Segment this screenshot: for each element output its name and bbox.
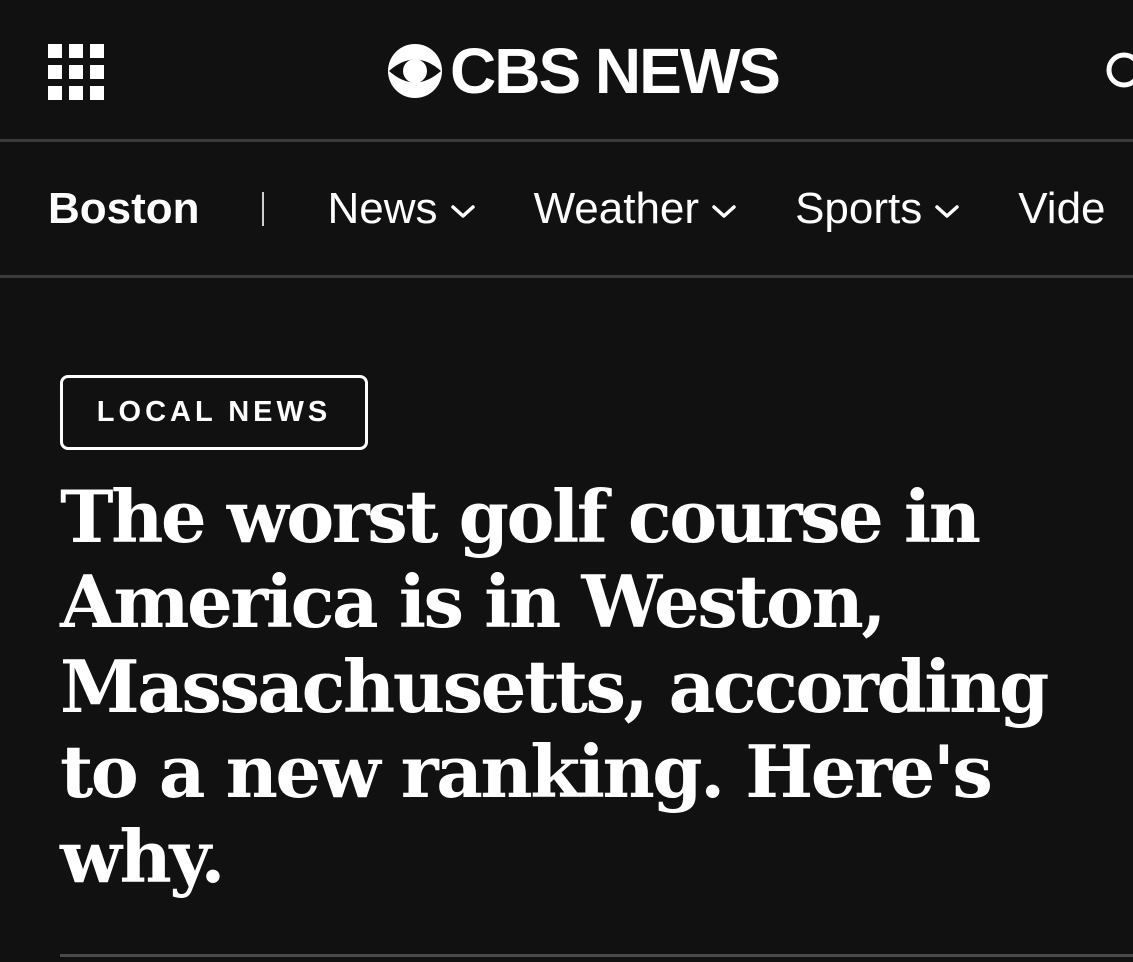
article-headline: The worst golf course in America is in W… — [60, 474, 1049, 899]
nav-item-sports[interactable]: Sports — [795, 184, 960, 234]
grid-menu-icon[interactable] — [48, 44, 104, 100]
chevron-down-icon — [450, 204, 475, 218]
cbs-eye-icon — [388, 44, 442, 98]
content-divider — [60, 954, 1133, 957]
nav-separator — [261, 191, 264, 226]
nav-city-boston[interactable]: Boston — [48, 184, 200, 234]
nav-item-label: News — [327, 183, 438, 233]
nav-item-weather[interactable]: Weather — [534, 184, 738, 234]
site-header: CBS NEWS — [0, 0, 1133, 142]
cbs-news-logo[interactable]: CBS NEWS — [386, 35, 781, 107]
chevron-down-icon — [712, 204, 736, 218]
category-badge[interactable]: LOCAL NEWS — [60, 375, 368, 450]
nav-item-news[interactable]: News — [328, 184, 476, 234]
nav-item-label: Sports — [795, 183, 923, 233]
nav-item-label: Weather — [533, 183, 700, 233]
chevron-down-icon — [935, 204, 959, 218]
nav-item-video[interactable]: Vide — [1018, 184, 1105, 234]
search-icon[interactable] — [1104, 50, 1133, 94]
logo-text: CBS NEWS — [450, 35, 781, 107]
nav-item-label: Vide — [1018, 183, 1106, 233]
section-nav: Boston News Weather Sports Vide — [0, 142, 1133, 278]
